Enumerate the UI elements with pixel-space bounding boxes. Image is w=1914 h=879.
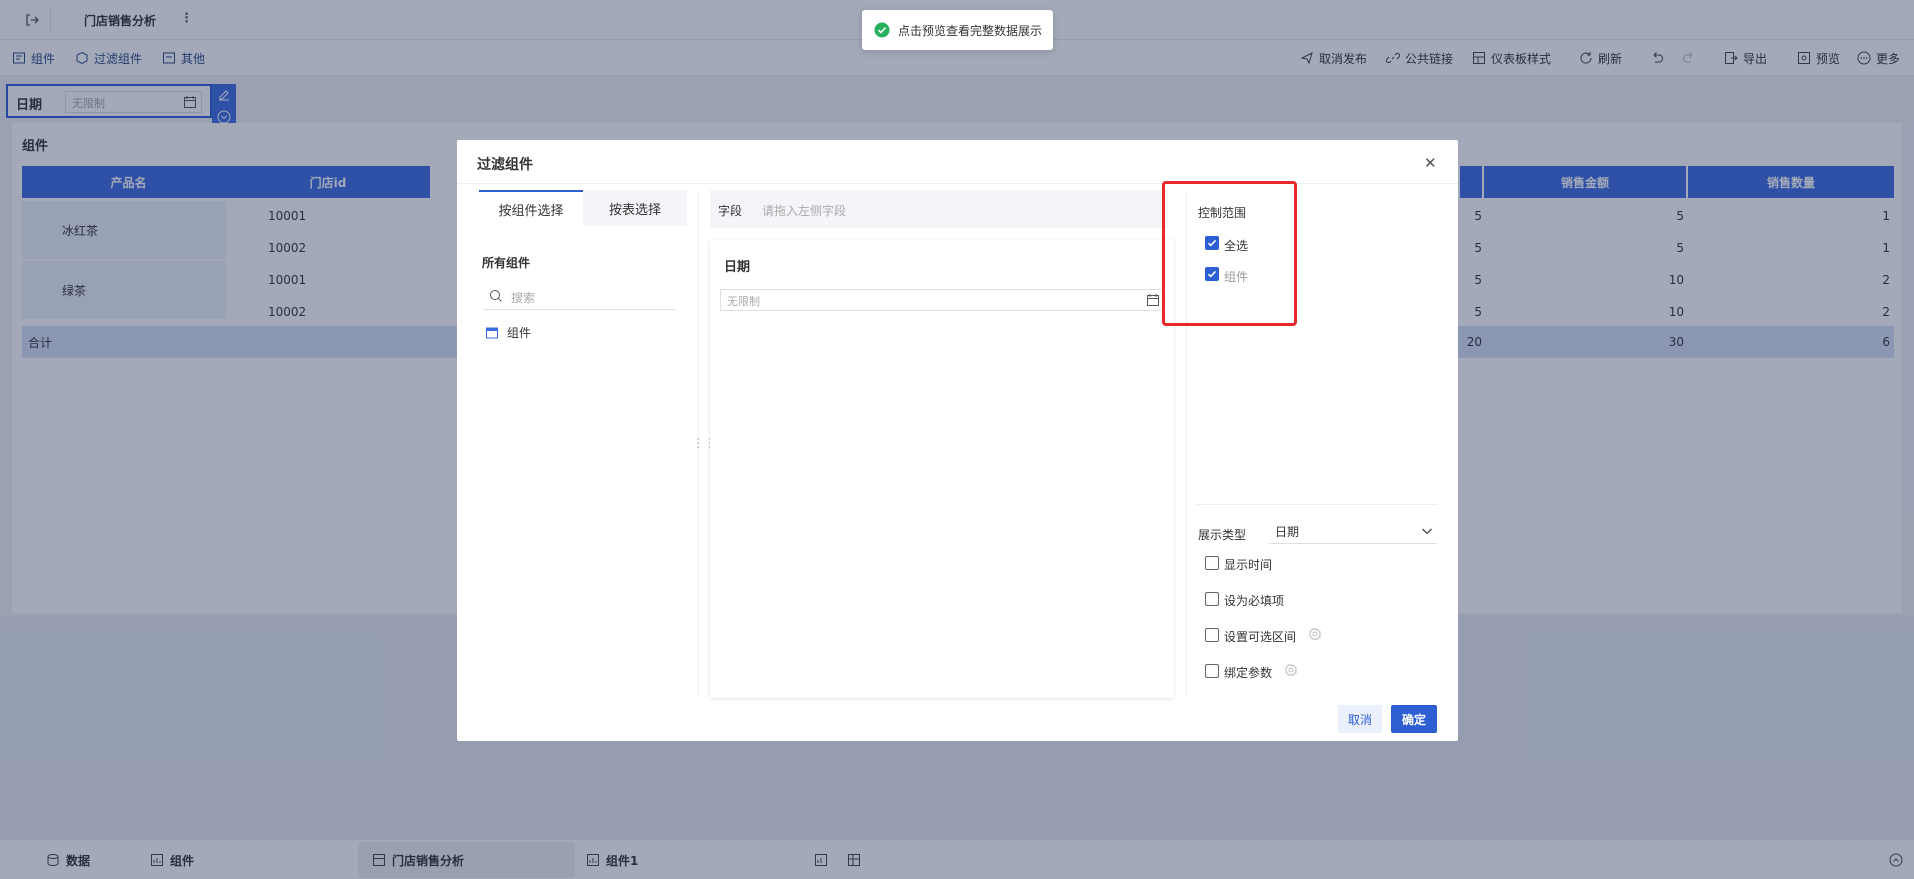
preview-date-input[interactable]: 无限制 [720,289,1164,311]
control-scope-title: 控制范围 [1198,206,1247,220]
show-time-checkbox[interactable] [1205,556,1219,570]
range-checkbox[interactable] [1205,628,1219,642]
tree-item-component[interactable]: 组件 [485,324,531,341]
filter-component-dialog: 过滤组件 ✕ 按组件选择 按表选择 所有组件 搜索 组件 ⋮⋮ 字段 请拖入左侧… [457,140,1458,741]
required-checkbox[interactable] [1205,592,1219,606]
tab-by-component-label: 按组件选择 [498,203,564,219]
search-icon [489,289,503,303]
tab-by-component[interactable]: 按组件选择 [479,190,583,226]
selection-tabs: 按组件选择 按表选择 [479,190,687,226]
chevron-down-icon [1421,525,1433,537]
display-type-select[interactable]: 日期 [1269,516,1437,544]
bind-param-label: 绑定参数 [1224,666,1273,680]
all-components-label: 所有组件 [482,256,531,270]
component-scope-label: 组件 [1224,270,1249,284]
toast-notification: 点击预览查看完整数据展示 [862,10,1053,50]
confirm-label: 确定 [1401,712,1426,727]
dialog-title: 过滤组件 [477,157,533,173]
display-type-value: 日期 [1275,525,1300,539]
select-all-label: 全选 [1224,239,1249,253]
required-label: 设为必填项 [1224,594,1285,608]
settings-gear-icon[interactable] [1284,663,1298,677]
tab-by-table-label: 按表选择 [608,202,661,218]
cancel-label: 取消 [1347,712,1372,727]
range-label: 设置可选区间 [1224,630,1297,644]
tree-item-label: 组件 [507,326,532,340]
cancel-button[interactable]: 取消 [1338,705,1382,733]
bind-param-checkbox[interactable] [1205,664,1219,678]
field-placeholder: 请拖入左侧字段 [762,204,847,218]
field-drop-zone[interactable]: 字段 请拖入左侧字段 [710,190,1168,228]
filter-preview-panel: 日期 无限制 [710,240,1174,698]
table-icon [485,326,499,340]
search-placeholder: 搜索 [511,291,536,305]
success-icon [874,22,890,38]
field-label: 字段 [718,204,743,218]
show-time-label: 显示时间 [1224,558,1273,572]
display-type-label: 展示类型 [1198,528,1247,542]
preview-placeholder: 无限制 [727,295,760,308]
confirm-button[interactable]: 确定 [1391,705,1437,733]
divider [457,183,1458,184]
toast-text: 点击预览查看完整数据展示 [898,23,1043,38]
select-all-checkbox[interactable] [1205,236,1219,250]
divider [1197,504,1438,505]
tab-by-table[interactable]: 按表选择 [583,190,687,226]
preview-title: 日期 [724,260,751,275]
calendar-icon[interactable] [1146,293,1160,307]
close-icon[interactable]: ✕ [1424,154,1437,172]
component-scope-checkbox[interactable] [1205,267,1219,281]
component-search-input[interactable]: 搜索 [483,282,675,310]
settings-gear-icon[interactable] [1308,627,1322,641]
